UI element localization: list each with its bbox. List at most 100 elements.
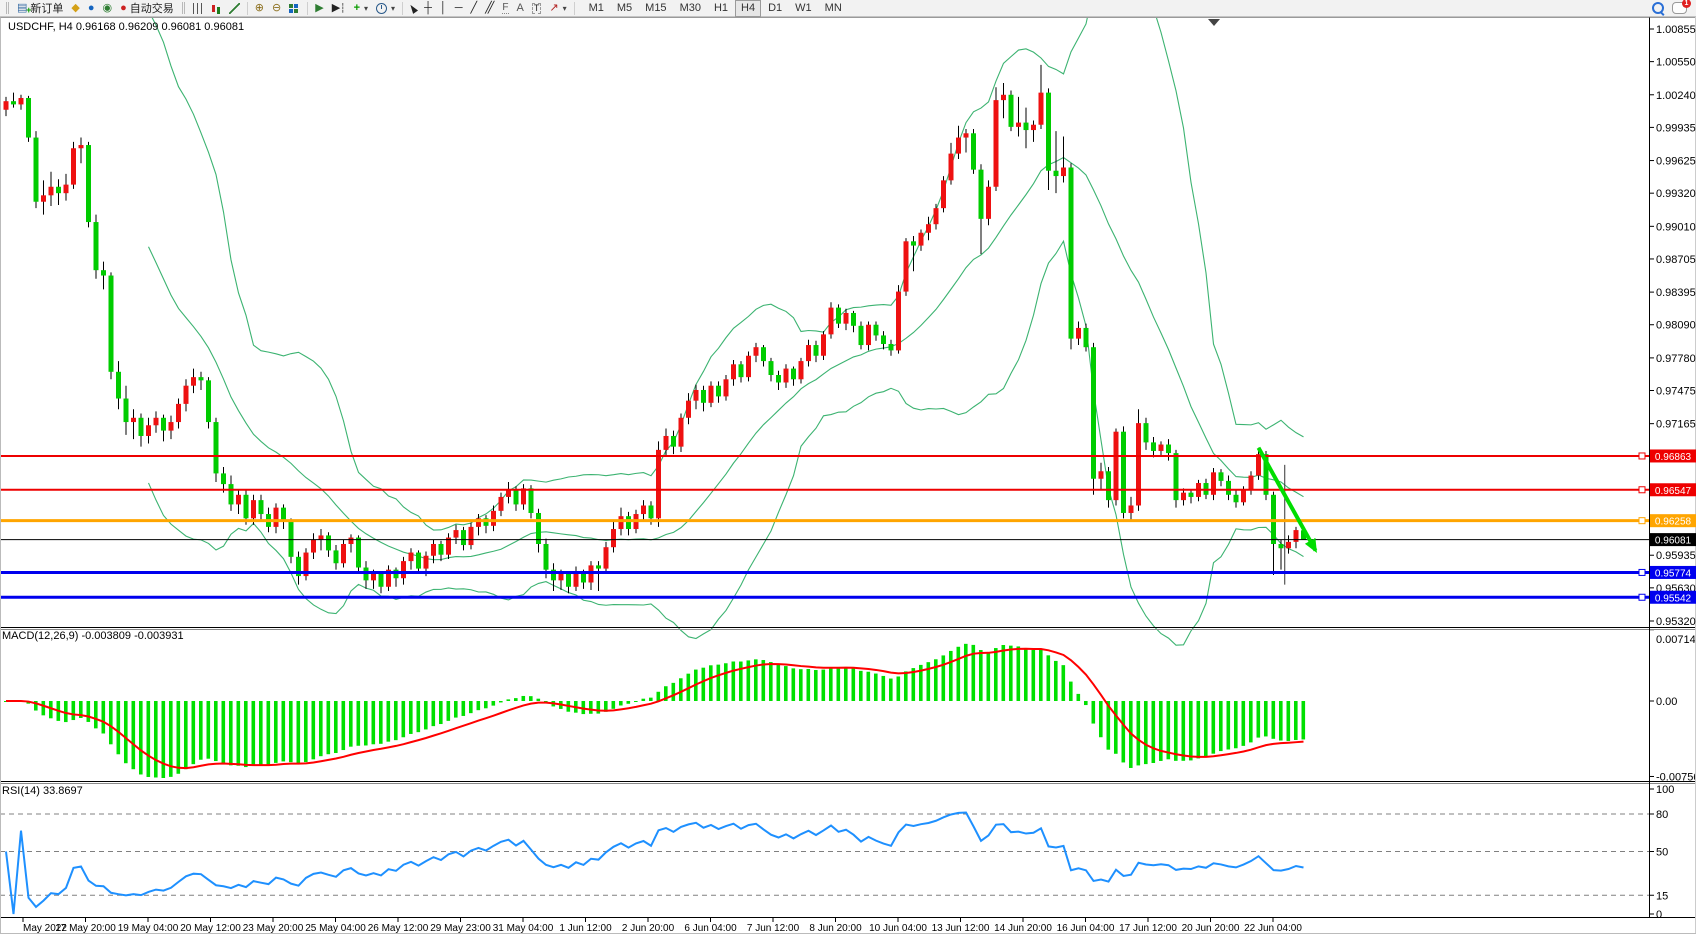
chart-shift-button[interactable]: ▶┆ xyxy=(329,1,349,16)
svg-text:23 May 20:00: 23 May 20:00 xyxy=(243,923,304,934)
timeframe-button-H1[interactable]: H1 xyxy=(708,0,734,17)
svg-text:0.98090: 0.98090 xyxy=(1656,320,1696,332)
chart-canvas[interactable]: 0.0071420.00-0.007561 1008050150 1.00855… xyxy=(0,0,1696,934)
text-label-icon: T xyxy=(532,3,542,14)
chevron-down-icon: ▾ xyxy=(364,4,368,13)
notification-bubble-icon[interactable]: 1 xyxy=(1672,2,1687,14)
signals-button[interactable]: ◉ xyxy=(100,1,116,16)
chart-shift-marker xyxy=(1208,19,1220,26)
add-indicator-button[interactable]: +▾ xyxy=(351,1,371,16)
svg-text:25 May 04:00: 25 May 04:00 xyxy=(305,923,366,934)
auto-scroll-button[interactable]: ▶ xyxy=(312,1,326,16)
svg-text:6 Jun 04:00: 6 Jun 04:00 xyxy=(684,923,737,934)
community-button[interactable]: ● xyxy=(85,1,98,16)
candlestick-series xyxy=(4,65,1307,593)
chart-line-button[interactable] xyxy=(226,1,243,16)
svg-text:1 Jun 12:00: 1 Jun 12:00 xyxy=(559,923,612,934)
chart-candles-button[interactable] xyxy=(209,1,224,16)
periods-button[interactable]: ▾ xyxy=(373,1,398,16)
svg-text:0.96258: 0.96258 xyxy=(1655,517,1692,528)
new-order-icon: ▤+ xyxy=(17,2,27,15)
arrows-icon: ↗ xyxy=(549,2,558,15)
toolbar-grip[interactable] xyxy=(6,2,9,14)
svg-text:19 May 04:00: 19 May 04:00 xyxy=(118,923,179,934)
timeframe-button-W1[interactable]: W1 xyxy=(789,0,818,17)
toolbar-separator xyxy=(402,2,403,15)
arrows-button[interactable]: ↗▾ xyxy=(546,1,569,16)
svg-text:0.00: 0.00 xyxy=(1656,696,1677,708)
text-label-button[interactable]: T xyxy=(529,1,545,16)
svg-text:17 May 20:00: 17 May 20:00 xyxy=(55,923,116,934)
svg-text:1.00550: 1.00550 xyxy=(1656,57,1696,69)
text-icon: A xyxy=(517,2,524,15)
community-icon: ● xyxy=(88,2,95,15)
svg-text:17 Jun 12:00: 17 Jun 12:00 xyxy=(1119,923,1177,934)
svg-text:0.95774: 0.95774 xyxy=(1655,568,1692,579)
tiled-windows-icon xyxy=(289,4,293,8)
svg-text:10 Jun 04:00: 10 Jun 04:00 xyxy=(869,923,927,934)
svg-text:0.007142: 0.007142 xyxy=(1656,634,1696,646)
vertical-line-button[interactable]: │ xyxy=(437,1,450,16)
timeframe-button-H4[interactable]: H4 xyxy=(735,0,761,17)
autotrading-label: 自动交易 xyxy=(130,0,174,16)
bollinger-bands xyxy=(149,0,1304,645)
horizontal-line-button[interactable]: ─ xyxy=(452,1,466,16)
channel-icon: ╱╱ xyxy=(485,2,490,15)
svg-text:0.96863: 0.96863 xyxy=(1655,452,1692,463)
zoom-out-button[interactable]: ⊖ xyxy=(269,1,284,16)
fibonacci-icon: F xyxy=(502,2,508,14)
svg-text:0.97165: 0.97165 xyxy=(1656,419,1696,431)
svg-text:15: 15 xyxy=(1656,890,1668,902)
chart-line-icon xyxy=(229,3,240,14)
zoom-in-button[interactable]: ⊕ xyxy=(252,1,267,16)
svg-text:0.98395: 0.98395 xyxy=(1656,287,1696,299)
tile-windows-button[interactable] xyxy=(286,1,303,16)
autotrading-button[interactable]: ● 自动交易 xyxy=(117,1,177,16)
svg-text:0.98705: 0.98705 xyxy=(1656,254,1696,266)
zoom-in-icon: ⊕ xyxy=(255,2,264,15)
timeframe-button-M1[interactable]: M1 xyxy=(583,0,610,17)
svg-text:0.95935: 0.95935 xyxy=(1656,550,1696,562)
text-button[interactable]: A xyxy=(514,1,527,16)
svg-text:0.95320: 0.95320 xyxy=(1656,616,1696,628)
zoom-out-icon: ⊖ xyxy=(272,2,281,15)
svg-text:50: 50 xyxy=(1656,847,1668,859)
svg-text:20 Jun 20:00: 20 Jun 20:00 xyxy=(1182,923,1240,934)
cursor-button[interactable] xyxy=(407,1,419,16)
fibonacci-button[interactable]: F xyxy=(499,1,511,16)
chevron-down-icon: ▾ xyxy=(391,4,395,13)
svg-text:0: 0 xyxy=(1656,909,1662,921)
svg-text:29 May 23:00: 29 May 23:00 xyxy=(430,923,491,934)
toolbar-grip[interactable] xyxy=(182,2,185,14)
chart-bars-button[interactable] xyxy=(190,1,207,16)
new-order-button[interactable]: ▤+ 新订单 xyxy=(14,1,66,16)
add-indicator-icon: + xyxy=(354,2,360,15)
svg-text:0.96547: 0.96547 xyxy=(1655,486,1692,497)
chevron-down-icon: ▾ xyxy=(563,4,567,13)
svg-text:1.00240: 1.00240 xyxy=(1656,90,1696,102)
svg-text:16 Jun 04:00: 16 Jun 04:00 xyxy=(1057,923,1115,934)
timeframe-button-D1[interactable]: D1 xyxy=(762,0,788,17)
svg-text:13 Jun 12:00: 13 Jun 12:00 xyxy=(932,923,990,934)
trendline-button[interactable]: ╱ xyxy=(468,1,481,16)
mt4-terminal: { "toolbar": { "new_order_label": "新订单",… xyxy=(0,0,1696,934)
panel-borders xyxy=(0,0,1696,934)
timeframe-button-M5[interactable]: M5 xyxy=(611,0,638,17)
price-axis[interactable]: 1.008551.005501.002400.999350.996250.993… xyxy=(1649,24,1696,628)
auto-scroll-icon: ▶ xyxy=(315,2,323,15)
search-icon[interactable] xyxy=(1652,2,1664,14)
svg-text:0.99010: 0.99010 xyxy=(1656,221,1696,233)
timeframe-button-M15[interactable]: M15 xyxy=(639,0,672,17)
new-order-label: 新订单 xyxy=(30,0,63,16)
time-axis[interactable]: May 202217 May 20:0019 May 04:0020 May 1… xyxy=(23,918,1302,934)
crosshair-button[interactable]: ┼ xyxy=(421,1,435,16)
svg-text:7 Jun 12:00: 7 Jun 12:00 xyxy=(747,923,800,934)
timeframe-button-M30[interactable]: M30 xyxy=(674,0,707,17)
chart-title: USDCHF, H4 0.96168 0.96209 0.96081 0.960… xyxy=(8,21,244,33)
top-toolbar: ▤+ 新订单 ◆ ● ◉ ● 自动交易 ⊕ ⊖ ▶ ▶┆ +▾ ▾ ┼ │ ─ … xyxy=(0,0,1696,17)
publish-button[interactable]: ◆ xyxy=(68,1,82,16)
vertical-line-icon: │ xyxy=(440,2,447,15)
channel-button[interactable]: ╱╱ xyxy=(482,1,497,16)
timeframe-button-MN[interactable]: MN xyxy=(819,0,848,17)
svg-text:14 Jun 20:00: 14 Jun 20:00 xyxy=(994,923,1052,934)
